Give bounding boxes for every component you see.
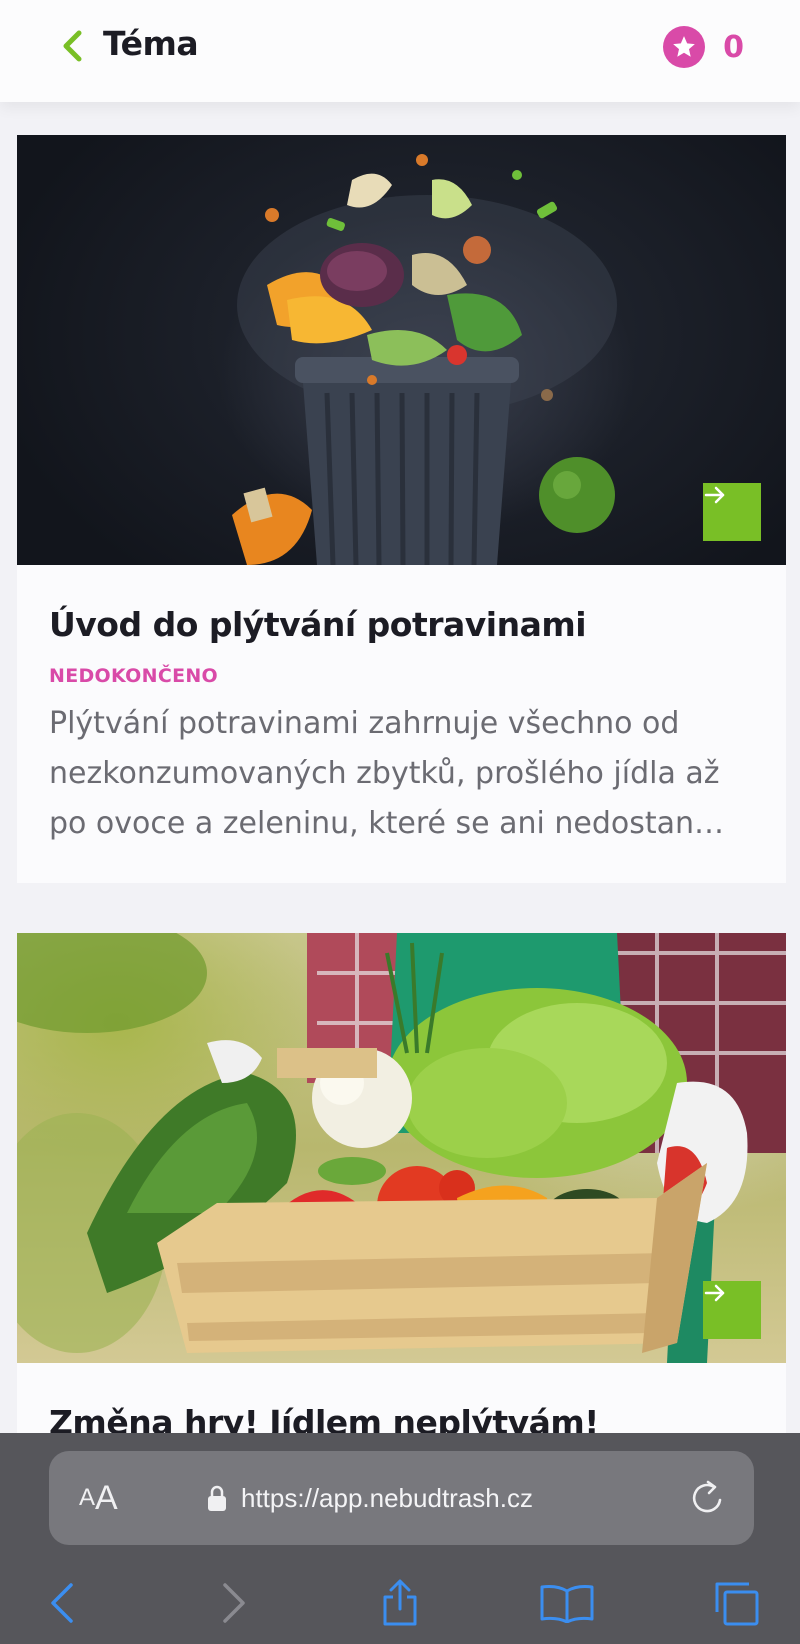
url-field[interactable]: https://app.nebudtrash.cz bbox=[207, 1451, 533, 1545]
share-icon bbox=[383, 1579, 417, 1626]
text-size-large-label: A bbox=[95, 1478, 118, 1517]
arrow-right-icon bbox=[704, 1284, 725, 1302]
browser-toolbar: AA https://app.nebudtrash.cz bbox=[0, 1433, 800, 1644]
share-button[interactable] bbox=[370, 1573, 430, 1633]
text-size-small-label: A bbox=[79, 1484, 96, 1511]
food-waste-bin-photo bbox=[17, 135, 786, 565]
text-size-button[interactable]: AA bbox=[79, 1451, 118, 1545]
card-title: Úvod do plýtvání potravinami bbox=[49, 605, 587, 644]
tabs-icon bbox=[715, 1582, 759, 1626]
browser-forward-button bbox=[204, 1573, 264, 1633]
topic-card[interactable]: Změna hry! Jídlem neplýtvám! bbox=[17, 933, 786, 1453]
score-value: 0 bbox=[723, 29, 744, 65]
chevron-left-icon bbox=[51, 1583, 73, 1623]
star-badge-icon bbox=[663, 26, 706, 68]
card-body: Úvod do plýtvání potravinami NEDOKONČENO… bbox=[17, 565, 786, 849]
chevron-right-icon bbox=[223, 1583, 245, 1623]
status-badge: NEDOKONČENO bbox=[49, 665, 219, 687]
reload-button[interactable] bbox=[688, 1478, 728, 1518]
vegetable-crate-photo bbox=[17, 933, 786, 1363]
open-topic-button[interactable] bbox=[703, 1281, 761, 1339]
page-title: Téma bbox=[103, 24, 199, 63]
arrow-right-icon bbox=[704, 486, 725, 504]
book-icon bbox=[540, 1585, 594, 1623]
topic-card[interactable]: Úvod do plýtvání potravinami NEDOKONČENO… bbox=[17, 135, 786, 883]
chevron-left-icon bbox=[63, 30, 82, 62]
score-counter[interactable]: 0 bbox=[663, 26, 744, 68]
address-bar[interactable]: AA https://app.nebudtrash.cz bbox=[49, 1451, 754, 1545]
browser-back-button[interactable] bbox=[32, 1573, 92, 1633]
browser-nav-bar bbox=[0, 1573, 800, 1633]
lock-icon bbox=[208, 1485, 226, 1511]
card-description: Plýtvání potravinami zahrnuje všechno od… bbox=[49, 706, 725, 841]
reload-icon bbox=[692, 1480, 722, 1513]
tabs-button[interactable] bbox=[707, 1573, 767, 1633]
app-header: Téma 0 bbox=[0, 0, 800, 102]
open-topic-button[interactable] bbox=[703, 483, 761, 541]
back-button[interactable] bbox=[52, 26, 92, 66]
url-text: https://app.nebudtrash.cz bbox=[241, 1482, 533, 1513]
bookmarks-button[interactable] bbox=[537, 1573, 597, 1633]
